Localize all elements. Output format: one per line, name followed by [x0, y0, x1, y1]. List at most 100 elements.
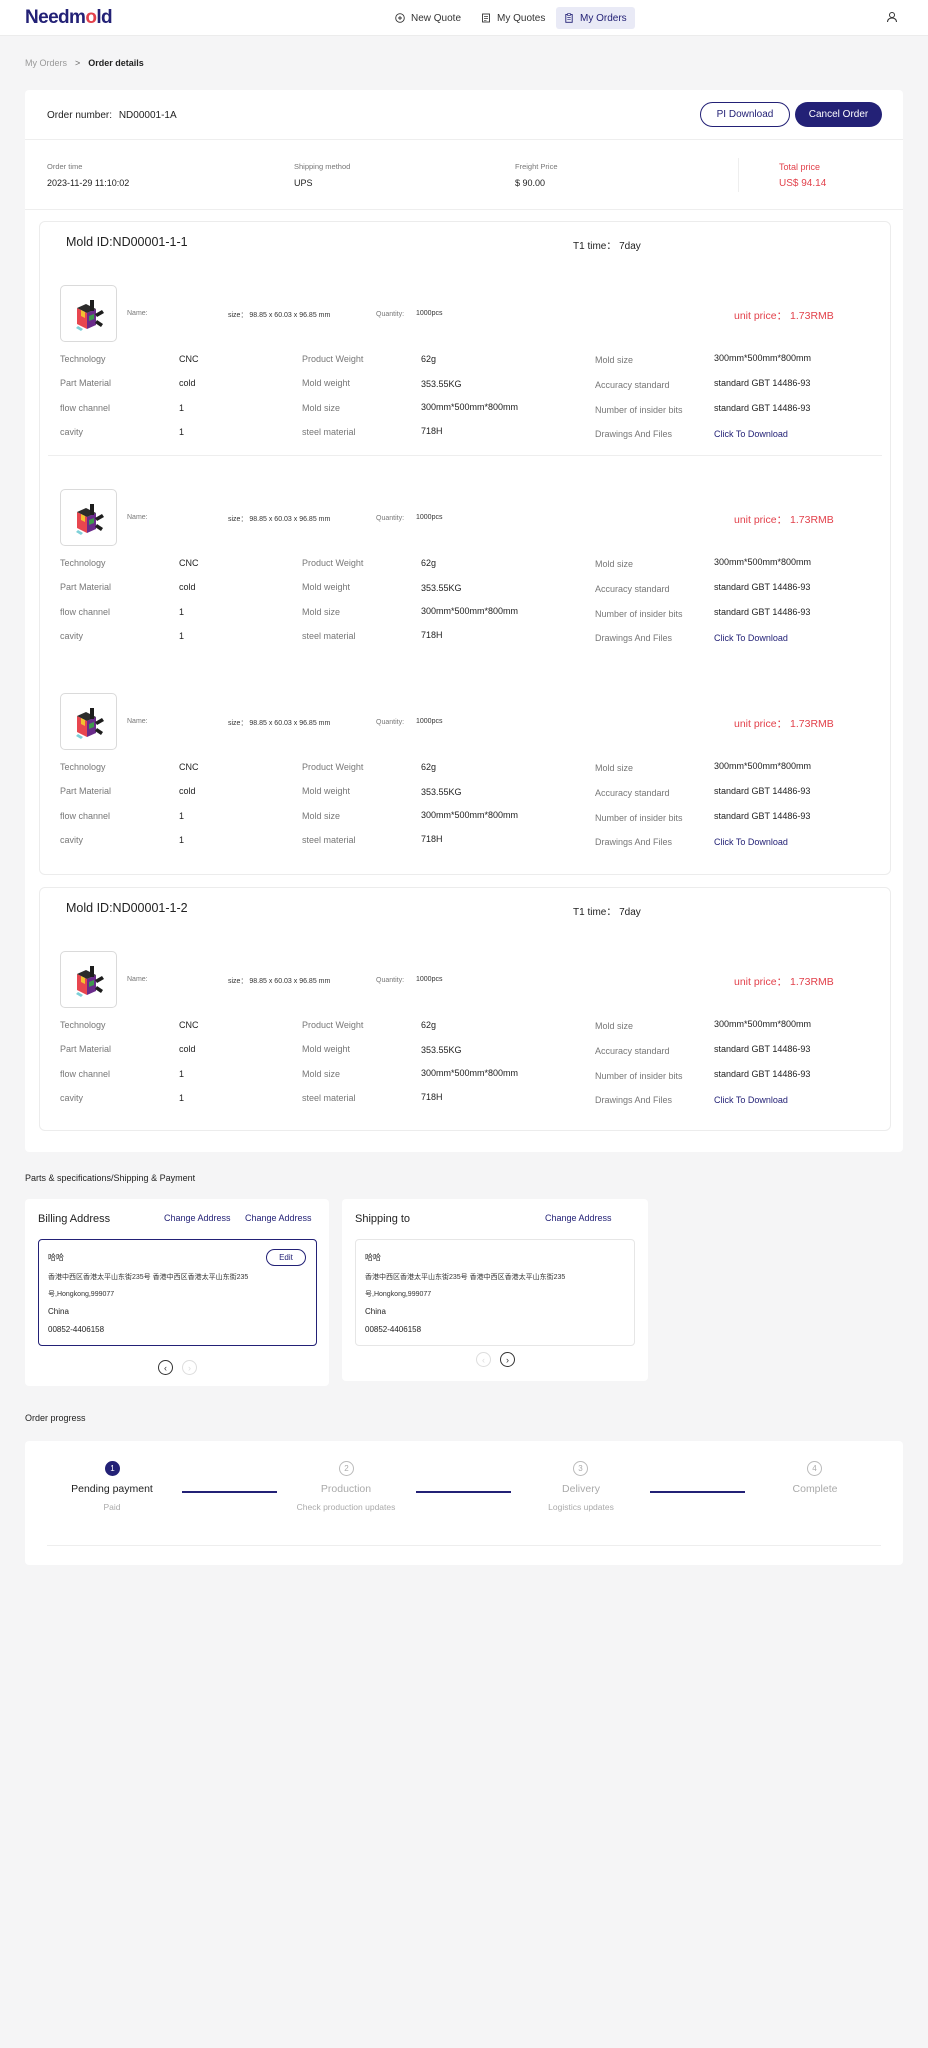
part-material-value: cold [179, 1044, 196, 1054]
product-thumbnail[interactable] [60, 489, 117, 546]
product-thumbnail[interactable] [60, 693, 117, 750]
change-address-link[interactable]: Change Address [245, 1213, 312, 1223]
address-name: 哈哈 [365, 1253, 381, 1262]
cavity-value: 1 [179, 835, 185, 845]
quantity-value: 1000pcs [416, 310, 443, 317]
click-to-download-link[interactable]: Click To Download [714, 429, 788, 439]
steel-material-value: 718H [421, 1092, 443, 1102]
address-phone: 00852-4406158 [365, 1325, 422, 1334]
mold-card: Mold ID:ND00001-1-2 T1 time： 7day Name: … [39, 887, 891, 1131]
accuracy-standard-label: Accuracy standard [595, 584, 670, 594]
nav-my-quotes[interactable]: My Quotes [473, 7, 553, 29]
pi-download-button[interactable]: PI Download [700, 102, 790, 127]
nav-my-orders[interactable]: My Orders [556, 7, 635, 29]
technology-value: CNC [179, 762, 199, 772]
flow-channel-value: 1 [179, 811, 185, 821]
accuracy-standard-label: Accuracy standard [595, 1046, 670, 1056]
insider-bits-label: Number of insider bits [595, 405, 683, 415]
order-number-label: Order number: [47, 110, 113, 121]
product-model-image [76, 504, 104, 535]
order-time-value: 2023-11-29 11:10:02 [47, 178, 130, 188]
address-country: China [365, 1307, 386, 1316]
edit-address-button[interactable]: Edit [266, 1249, 306, 1266]
shipping-method-value: UPS [294, 178, 313, 188]
previous-address-button[interactable]: ‹ [476, 1352, 491, 1367]
logo[interactable]: Needmold [25, 7, 113, 29]
mold-weight-label: Mold weight [302, 1044, 351, 1054]
mold-weight-value: 353.55KG [421, 583, 462, 593]
mold-weight-value: 353.55KG [421, 787, 462, 797]
part-material-value: cold [179, 378, 196, 388]
quantity-label: Quantity: [376, 311, 405, 318]
mold-size-label: Mold size [595, 1021, 634, 1031]
cavity-value: 1 [179, 631, 185, 641]
nav-my-quotes-label: My Quotes [497, 12, 546, 24]
accuracy-standard-label: Accuracy standard [595, 788, 670, 798]
flow-channel-label: flow channel [60, 1069, 111, 1079]
product-weight-label: Product Weight [302, 354, 364, 364]
mold-size-value: 300mm*500mm*800mm [714, 353, 812, 363]
change-address-link[interactable]: Change Address [545, 1213, 612, 1223]
breadcrumb-my-orders[interactable]: My Orders [25, 58, 67, 68]
accuracy-standard-value: standard GBT 14486-93 [714, 786, 811, 796]
cancel-order-button[interactable]: Cancel Order [795, 102, 882, 127]
nav-my-orders-label: My Orders [580, 12, 627, 24]
unit-price: unit price： 1.73RMB [734, 310, 834, 322]
technology-label: Technology [60, 354, 106, 364]
mold-weight-label: Mold weight [302, 786, 351, 796]
order-time-label: Order time [47, 162, 83, 171]
mold-size-label: Mold size [595, 355, 634, 365]
unit-price: unit price： 1.73RMB [734, 514, 834, 526]
mold-item: Name: size： 98.85 x 60.03 x 96.85 mm Qua… [40, 951, 892, 1116]
mold-item: Name: size： 98.85 x 60.03 x 96.85 mm Qua… [40, 693, 892, 858]
shipping-to-title: Shipping to [355, 1213, 411, 1225]
next-address-button[interactable]: › [500, 1352, 515, 1367]
order-progress-card: 1 Pending payment Paid 2 Production Chec… [25, 1441, 903, 1565]
order-progress-title: Order progress [25, 1413, 86, 1423]
product-model-image [76, 708, 104, 739]
flow-channel-value: 1 [179, 1069, 185, 1079]
step-1-number: 1 [105, 1461, 120, 1476]
insider-bits-value: standard GBT 14486-93 [714, 403, 811, 413]
previous-address-button[interactable]: ‹ [158, 1360, 173, 1375]
shipping-address-card: Shipping to Change Address 哈哈 香港中西区香港太平山… [342, 1199, 648, 1381]
insider-bits-label: Number of insider bits [595, 609, 683, 619]
t1-time: T1 time： 7day [573, 907, 641, 918]
step-1-sub[interactable]: Paid [52, 1502, 172, 1512]
part-material-label: Part Material [60, 786, 112, 796]
click-to-download-link[interactable]: Click To Download [714, 633, 788, 643]
click-to-download-link[interactable]: Click To Download [714, 1095, 788, 1105]
name-label: Name: [127, 718, 148, 725]
click-to-download-link[interactable]: Click To Download [714, 837, 788, 847]
chevron-right-icon: › [188, 1362, 191, 1373]
mold-size-value: 300mm*500mm*800mm [421, 810, 519, 820]
insider-bits-value: standard GBT 14486-93 [714, 607, 811, 617]
step-2-sub[interactable]: Check production updates [271, 1502, 421, 1512]
quote-doc-icon [482, 13, 490, 23]
address-option-selected[interactable]: 哈哈 Edit 香港中西区香港太平山东街235号 香港中西区香港太平山东街235… [38, 1239, 317, 1346]
cavity-value: 1 [179, 1093, 185, 1103]
top-nav-bar: Needmold New Quote My Quotes My Orders [0, 0, 928, 36]
quantity-value: 1000pcs [416, 976, 443, 983]
drawings-files-label: Drawings And Files [595, 633, 673, 643]
quantity-label: Quantity: [376, 977, 405, 984]
size-value: size： 98.85 x 60.03 x 96.85 mm [228, 978, 331, 985]
breadcrumb: My Orders > Order details [25, 58, 144, 68]
mold-size-value: 300mm*500mm*800mm [714, 557, 812, 567]
nav-new-quote[interactable]: New Quote [387, 7, 469, 29]
next-address-button[interactable]: › [182, 1360, 197, 1375]
cavity-value: 1 [179, 427, 185, 437]
shipping-address-option[interactable]: 哈哈 香港中西区香港太平山东街235号 香港中西区香港太平山东街235 号,Ho… [355, 1239, 635, 1346]
divider [25, 209, 903, 210]
address-section-title: Parts & specifications/Shipping & Paymen… [25, 1173, 196, 1183]
product-thumbnail[interactable] [60, 285, 117, 342]
breadcrumb-separator: > [75, 58, 81, 68]
user-icon[interactable] [886, 11, 898, 23]
product-thumbnail[interactable] [60, 951, 117, 1008]
progress-connector [650, 1491, 745, 1493]
step-4-number: 4 [807, 1461, 822, 1476]
change-address-link[interactable]: Change Address [164, 1213, 231, 1223]
mold-size-value: 300mm*500mm*800mm [421, 402, 519, 412]
step-3-sub[interactable]: Logistics updates [521, 1502, 641, 1512]
mold-id-title: Mold ID:ND00001-1-2 [66, 901, 188, 915]
